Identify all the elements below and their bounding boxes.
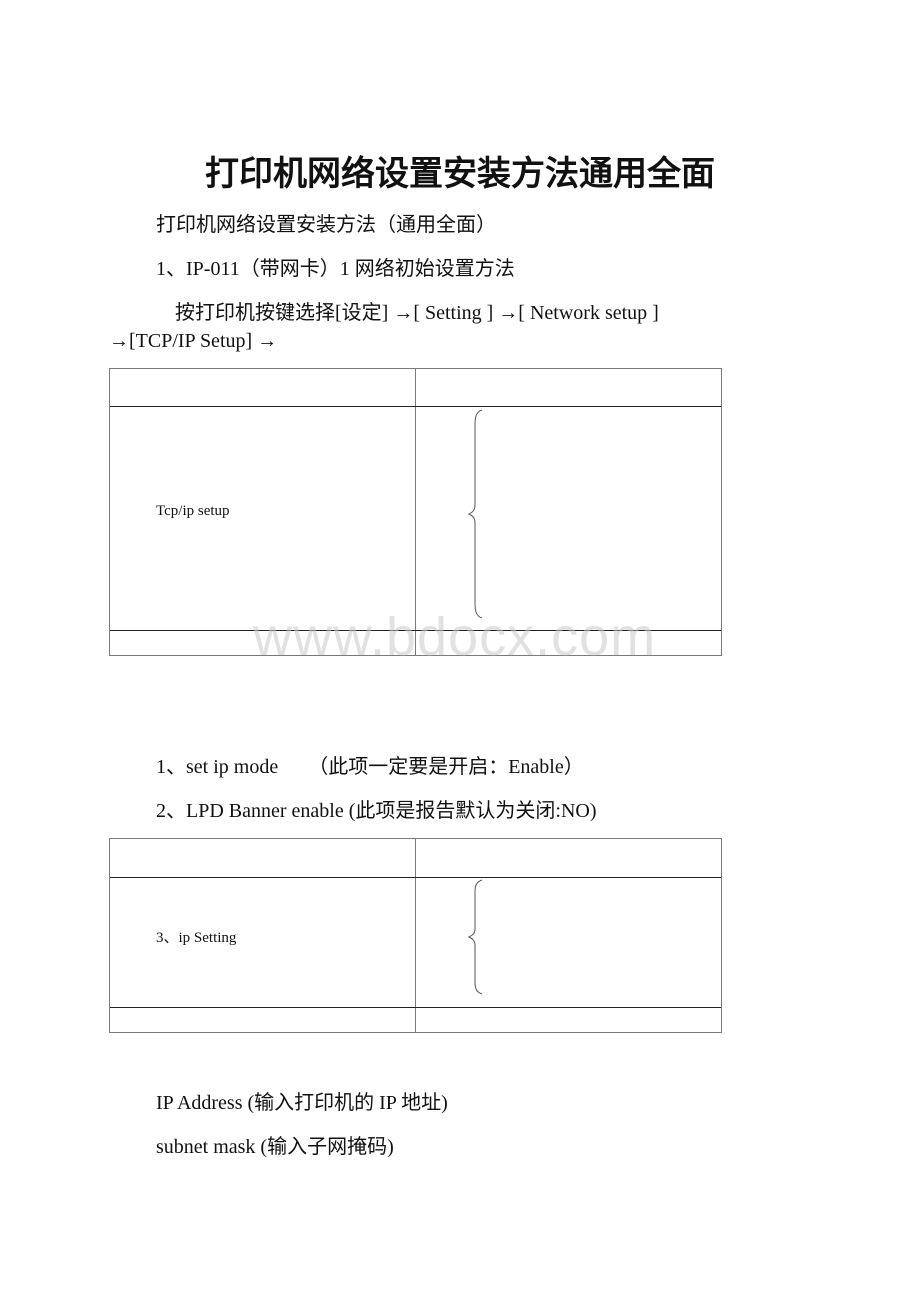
document-title: 打印机网络设置安装方法通用全面 [205, 154, 715, 194]
table-cell [416, 839, 721, 877]
curly-brace-icon [467, 879, 483, 995]
table-cell [416, 1008, 721, 1032]
subnet-mask-line: subnet mask (输入子网掩码) [156, 1136, 394, 1158]
tcpip-setup-table: Tcp/ip setup [109, 368, 722, 656]
section-heading-1: 1、IP-011（带网卡）1 网络初始设置方法 [156, 258, 515, 280]
table-cell [110, 839, 416, 877]
table-cell [110, 369, 416, 406]
ip-setting-table: 3、ip Setting [109, 838, 722, 1033]
table-row [110, 1007, 721, 1032]
instruction-line-1: 按打印机按键选择[设定] →[ Setting ] →[ Network set… [175, 302, 659, 324]
curly-brace-icon [467, 409, 483, 619]
intro-paragraph: 打印机网络设置安装方法（通用全面） [156, 214, 496, 236]
table-cell [416, 631, 721, 655]
table-cell [110, 1008, 416, 1032]
table-row [110, 630, 721, 655]
list-item-lpd-banner: 2、LPD Banner enable (此项是报告默认为关闭:NO) [156, 800, 597, 822]
table-row: 3、ip Setting [110, 877, 721, 1007]
ip-setting-label: 3、ip Setting [156, 930, 237, 946]
instruction-line-2: →[TCP/IP Setup] → [109, 330, 278, 352]
table-cell [416, 407, 721, 630]
table-cell [416, 369, 721, 406]
table-row [110, 369, 721, 406]
tcpip-setup-label: Tcp/ip setup [156, 503, 230, 519]
table-cell: Tcp/ip setup [110, 407, 416, 630]
ip-address-line: IP Address (输入打印机的 IP 地址) [156, 1092, 448, 1114]
table-row: Tcp/ip setup [110, 406, 721, 630]
table-cell: 3、ip Setting [110, 878, 416, 1007]
list-item-set-ip-mode: 1、set ip mode （此项一定要是开启：Enable） [156, 756, 584, 778]
table-cell [110, 631, 416, 655]
table-row [110, 839, 721, 877]
table-cell [416, 878, 721, 1007]
